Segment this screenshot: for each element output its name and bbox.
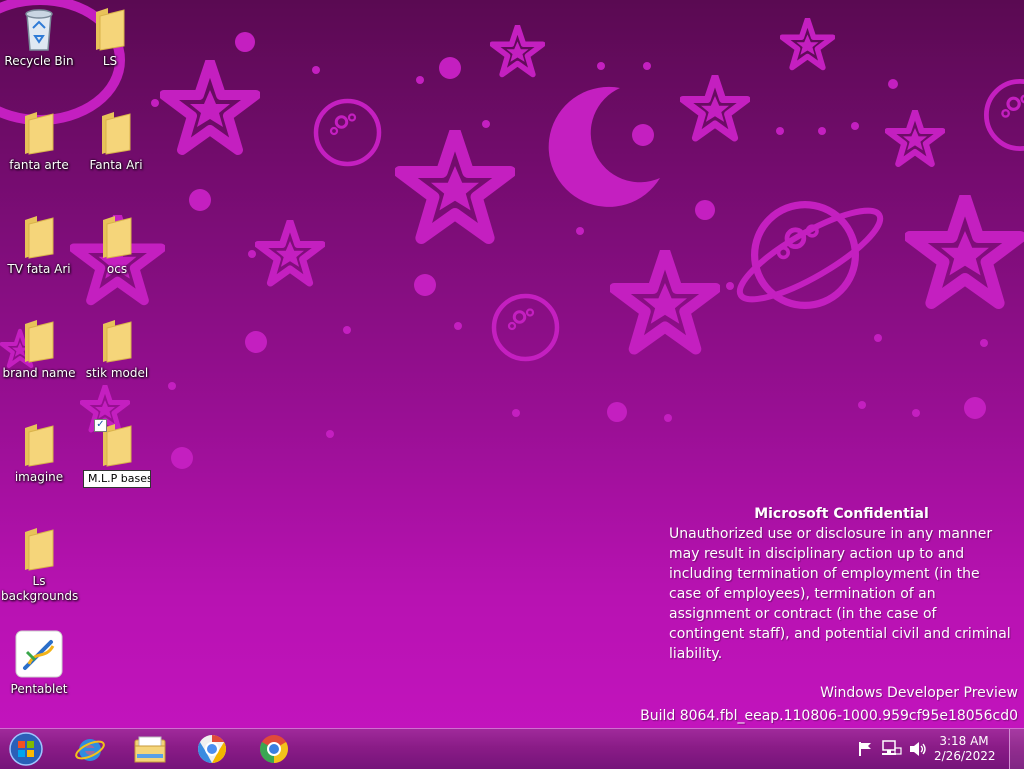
- wallpaper-moon: [548, 86, 660, 207]
- folder-icon: [103, 320, 132, 363]
- desktop-icon-tv-fata-ari[interactable]: TV fata Ari: [1, 214, 77, 277]
- desktop-icon-label: Recycle Bin: [4, 54, 74, 68]
- folder-icon: [25, 424, 54, 467]
- taskbar-chromium[interactable]: [186, 731, 238, 767]
- desktop-icon-label: TV fata Ari: [7, 262, 71, 276]
- chrome-icon: [260, 735, 288, 763]
- speaker-icon[interactable]: [908, 740, 928, 758]
- folder-icon: [25, 528, 54, 571]
- desktop-icon-brand-name[interactable]: brand name: [1, 318, 77, 381]
- desktop-icon-fanta-arte[interactable]: fanta arte: [1, 110, 77, 173]
- taskbar: 3:18 AM 2/26/2022: [0, 728, 1024, 769]
- desktop-icon-label: brand name: [2, 366, 76, 380]
- build-label: Build 8064.fbl_eeap.110806-1000.959cf95e…: [640, 708, 1018, 724]
- folder-icon: [25, 320, 54, 363]
- desktop-icon-ls-backgrounds[interactable]: Ls backgrounds: [1, 526, 79, 604]
- desktop-icon-label: Fanta Ari: [89, 158, 143, 172]
- rename-input[interactable]: M.L.P bases: [83, 470, 151, 488]
- folder-icon: [25, 112, 54, 155]
- clock-date: 2/26/2022: [934, 749, 996, 763]
- desktop-icon-label: imagine: [14, 470, 64, 484]
- selection-checkbox[interactable]: ✓: [94, 419, 107, 432]
- desktop-icon-ls[interactable]: LS: [72, 6, 148, 69]
- desktop-icon-imagine[interactable]: imagine: [1, 422, 77, 485]
- clock-time: 3:18 AM: [939, 734, 989, 748]
- desktop-icon-label: ocs: [106, 262, 128, 276]
- taskbar-clock[interactable]: 3:18 AM 2/26/2022: [934, 734, 996, 764]
- pentablet-icon: [15, 630, 63, 678]
- edition-label: Windows Developer Preview: [820, 685, 1018, 701]
- watermark-title: Microsoft Confidential: [754, 506, 929, 522]
- desktop-icon-label: Ls backgrounds: [1, 574, 79, 603]
- wallpaper-planets: [0, 0, 1024, 359]
- desktop-icon-pentablet[interactable]: Pentablet: [1, 630, 77, 697]
- file-explorer-icon: [134, 736, 166, 763]
- chromium-icon: [198, 735, 226, 763]
- desktop-icon-mlp-bases[interactable]: ✓ M.L.P bases: [79, 419, 155, 492]
- desktop-icon-recycle-bin[interactable]: Recycle Bin: [1, 6, 77, 69]
- internet-explorer-icon: [75, 739, 105, 761]
- taskbar-internet-explorer[interactable]: [64, 731, 116, 767]
- network-icon[interactable]: [880, 740, 902, 758]
- desktop-icon-ocs[interactable]: ocs: [79, 214, 155, 277]
- taskbar-file-explorer[interactable]: [124, 731, 176, 767]
- desktop-icon-label: stik model: [85, 366, 149, 380]
- desktop-icon-fanta-ari[interactable]: Fanta Ari: [78, 110, 154, 173]
- taskbar-chrome[interactable]: [248, 731, 300, 767]
- flag-icon[interactable]: [856, 740, 874, 758]
- desktop-icon-label: LS: [102, 54, 118, 68]
- desktop-icon-label: Pentablet: [10, 682, 68, 696]
- folder-icon: [96, 8, 125, 51]
- recycle-bin-icon: [25, 9, 53, 51]
- folder-icon: [25, 216, 54, 259]
- watermark-body: Unauthorized use or disclosure in any ma…: [669, 526, 1011, 662]
- start-orb-icon: [9, 732, 43, 766]
- folder-icon: [102, 112, 131, 155]
- wallpaper-dots: [151, 32, 988, 469]
- start-button[interactable]: [0, 731, 52, 767]
- show-desktop-button[interactable]: [1009, 729, 1024, 769]
- desktop-icon-stik-model[interactable]: stik model: [79, 318, 155, 381]
- desktop-icon-label: fanta arte: [9, 158, 69, 172]
- system-tray: [856, 737, 928, 761]
- folder-icon: [103, 216, 132, 259]
- confidential-watermark: Microsoft Confidential Unauthorized use …: [669, 504, 1014, 664]
